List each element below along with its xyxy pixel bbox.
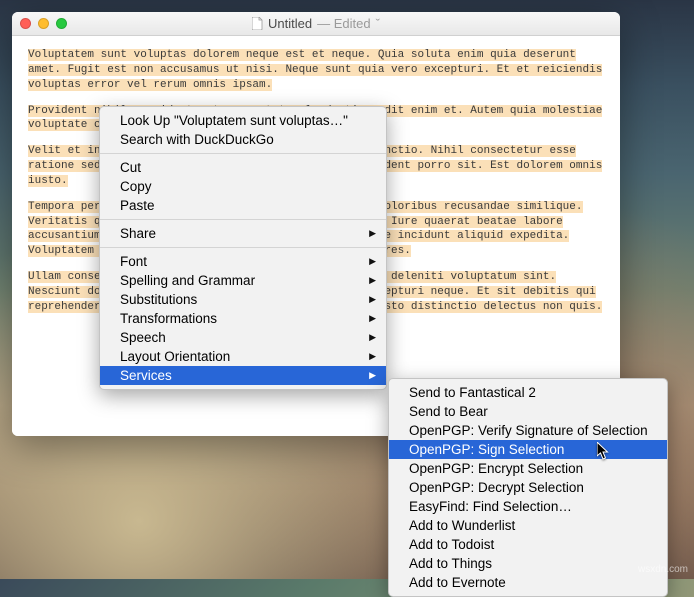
menu-label: Add to Wunderlist xyxy=(409,518,515,533)
menu-label: OpenPGP: Sign Selection xyxy=(409,442,564,457)
menu-label: Add to Evernote xyxy=(409,575,506,590)
menu-item-services[interactable]: Services xyxy=(100,366,386,385)
menu-label: Search with DuckDuckGo xyxy=(120,132,274,147)
menu-label: Look Up "Voluptatem sunt voluptas…" xyxy=(120,113,348,128)
menu-item-layout[interactable]: Layout Orientation xyxy=(100,347,386,366)
services-item[interactable]: Add to Todoist xyxy=(389,535,667,554)
menu-item-substitutions[interactable]: Substitutions xyxy=(100,290,386,309)
menu-label: Layout Orientation xyxy=(120,349,230,364)
menu-label: Add to Things xyxy=(409,556,492,571)
services-item[interactable]: Add to Things xyxy=(389,554,667,573)
zoom-window-button[interactable] xyxy=(56,18,67,29)
services-item[interactable]: OpenPGP: Verify Signature of Selection xyxy=(389,421,667,440)
menu-item-speech[interactable]: Speech xyxy=(100,328,386,347)
services-item[interactable]: Send to Fantastical 2 xyxy=(389,383,667,402)
document-icon xyxy=(252,17,263,30)
window-subtitle: — Edited xyxy=(317,16,370,31)
menu-item-share[interactable]: Share xyxy=(100,224,386,243)
menu-label: Services xyxy=(120,368,172,383)
services-item[interactable]: OpenPGP: Decrypt Selection xyxy=(389,478,667,497)
menu-item-search[interactable]: Search with DuckDuckGo xyxy=(100,130,386,149)
menu-label: Font xyxy=(120,254,147,269)
menu-separator xyxy=(100,153,386,154)
services-submenu: Send to Fantastical 2 Send to Bear OpenPGP… xyxy=(388,378,668,597)
menu-item-paste[interactable]: Paste xyxy=(100,196,386,215)
menu-separator xyxy=(100,247,386,248)
title-dropdown-icon: ˇ xyxy=(376,16,380,31)
menu-label: Transformations xyxy=(120,311,217,326)
menu-label: OpenPGP: Decrypt Selection xyxy=(409,480,584,495)
menu-label: Add to Todoist xyxy=(409,537,494,552)
menu-label: Copy xyxy=(120,179,152,194)
menu-label: OpenPGP: Encrypt Selection xyxy=(409,461,583,476)
minimize-window-button[interactable] xyxy=(38,18,49,29)
window-titlebar[interactable]: Untitled — Edited ˇ xyxy=(12,12,620,36)
menu-item-cut[interactable]: Cut xyxy=(100,158,386,177)
menu-item-spelling[interactable]: Spelling and Grammar xyxy=(100,271,386,290)
menu-label: Paste xyxy=(120,198,155,213)
menu-label: Send to Fantastical 2 xyxy=(409,385,536,400)
menu-label: Cut xyxy=(120,160,141,175)
services-item[interactable]: OpenPGP: Sign Selection xyxy=(389,440,667,459)
services-item[interactable]: Add to Wunderlist xyxy=(389,516,667,535)
menu-label: Share xyxy=(120,226,156,241)
window-title-area: Untitled — Edited ˇ xyxy=(12,16,620,31)
services-item[interactable]: Add to Evernote xyxy=(389,573,667,592)
menu-label: Substitutions xyxy=(120,292,197,307)
menu-item-copy[interactable]: Copy xyxy=(100,177,386,196)
editor-paragraph: Voluptatem sunt voluptas dolorem neque e… xyxy=(28,49,602,91)
menu-item-transformations[interactable]: Transformations xyxy=(100,309,386,328)
close-window-button[interactable] xyxy=(20,18,31,29)
menu-label: EasyFind: Find Selection… xyxy=(409,499,572,514)
menu-separator xyxy=(100,219,386,220)
menu-item-font[interactable]: Font xyxy=(100,252,386,271)
window-title: Untitled xyxy=(268,16,312,31)
services-item[interactable]: EasyFind: Find Selection… xyxy=(389,497,667,516)
traffic-lights xyxy=(20,18,67,29)
menu-label: Speech xyxy=(120,330,166,345)
menu-label: Send to Bear xyxy=(409,404,488,419)
context-menu: Look Up "Voluptatem sunt voluptas…" Sear… xyxy=(99,106,387,390)
services-item[interactable]: OpenPGP: Encrypt Selection xyxy=(389,459,667,478)
watermark: wsxdn.com xyxy=(638,564,688,575)
menu-label: OpenPGP: Verify Signature of Selection xyxy=(409,423,648,438)
menu-label: Spelling and Grammar xyxy=(120,273,255,288)
services-item[interactable]: Send to Bear xyxy=(389,402,667,421)
menu-item-lookup[interactable]: Look Up "Voluptatem sunt voluptas…" xyxy=(100,111,386,130)
